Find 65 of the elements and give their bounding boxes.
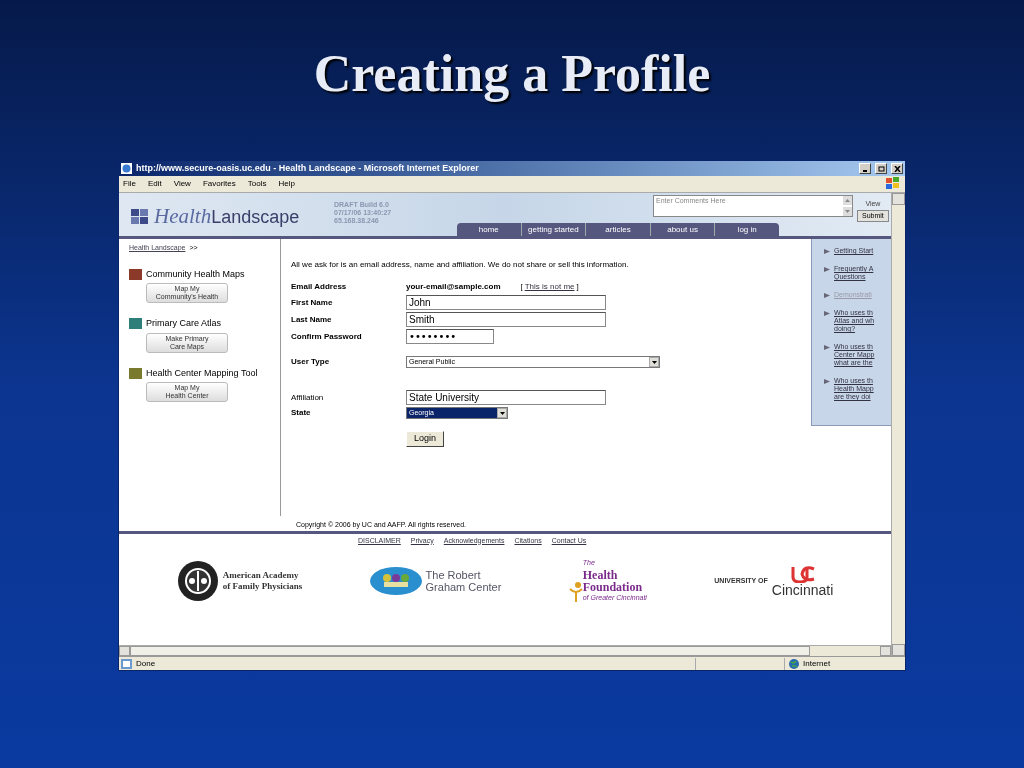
slide-title: Creating a Profile (313, 44, 711, 104)
arrow-icon (824, 379, 830, 384)
text-field[interactable]: Smith (406, 312, 606, 327)
caret-icon (651, 360, 657, 364)
partner-name: Health Foundation (582, 568, 644, 593)
menu-item[interactable]: Tools (247, 178, 267, 190)
text-field[interactable]: State University (406, 390, 606, 405)
globe-icon (789, 658, 799, 669)
caret-icon (499, 411, 505, 415)
partner-name: Cincinnati (771, 582, 834, 597)
close-icon[interactable] (891, 163, 903, 174)
partner-name: The Robert Graham Center (425, 568, 502, 593)
nav-tab[interactable]: log in (714, 223, 779, 236)
tool-title: Health Center Mapping Tool (146, 366, 258, 380)
logo-health: Health (154, 202, 212, 230)
field-label: Confirm Password (291, 330, 363, 343)
nav-tab[interactable]: articles (585, 223, 650, 236)
field-label: User Type (291, 356, 331, 368)
text-field[interactable]: John (406, 295, 606, 310)
scroll-up-icon[interactable] (843, 196, 852, 205)
arrow-icon (824, 293, 830, 298)
arrow-icon (824, 249, 830, 254)
minimize-icon[interactable] (859, 163, 871, 174)
login-button[interactable]: Login (406, 431, 444, 447)
tool-title: Primary Care Atlas (146, 317, 222, 330)
horizontal-scrollbar[interactable] (119, 645, 891, 656)
password-field[interactable]: •••••••• (406, 329, 494, 344)
menu-item[interactable]: Favorites (202, 178, 236, 190)
figures-logo-icon (369, 566, 422, 595)
window-title: http://www.secure-oasis.uc.edu - Health Landscape - Microsoft Internet Explorer (136, 161, 480, 175)
tool-title: Community Health Maps (146, 267, 245, 281)
restore-icon[interactable] (875, 163, 887, 174)
menu-item[interactable]: File (123, 178, 136, 190)
zone-text: Internet (803, 657, 832, 670)
field-label: First Name (291, 296, 334, 309)
seal-icon (176, 559, 219, 602)
field-label: Last Name (291, 313, 333, 326)
field-label: State (291, 407, 312, 419)
field-label: Email Address (291, 281, 348, 293)
menu-item[interactable]: Edit (147, 178, 162, 190)
menu-item[interactable]: Help (278, 178, 295, 190)
email-value: your-email@sample.com (406, 281, 501, 293)
logo-landscape: Landscape (211, 205, 300, 229)
nav-tab[interactable]: about us (649, 223, 715, 236)
scroll-down-icon[interactable] (843, 207, 852, 216)
page-icon (121, 658, 132, 669)
menu-item[interactable]: View (173, 178, 191, 190)
nav-tab[interactable]: getting started (520, 223, 586, 236)
bracket: [ (520, 281, 523, 293)
arrow-icon (824, 345, 830, 350)
windows-flag-icon (885, 177, 901, 191)
browser-icon (121, 163, 132, 174)
bracket: ] (576, 281, 579, 293)
arrow-icon (824, 267, 830, 272)
field-label: Affiliation (291, 391, 325, 404)
status-text: Done (136, 657, 157, 670)
partner-name: American Academy of Family Physicians (222, 569, 303, 592)
squares-logo-icon (131, 209, 148, 224)
intro-text: All we ask for is an email address, name and affiliation. We do not share or sell this information. (291, 259, 630, 271)
arch-logo-icon (789, 564, 816, 583)
vertical-scrollbar[interactable] (891, 193, 905, 656)
figure-icon (568, 581, 583, 603)
arrow-icon (824, 311, 830, 316)
nav-tab[interactable]: home (457, 223, 521, 236)
not-me-link[interactable]: This is not me (524, 281, 575, 293)
